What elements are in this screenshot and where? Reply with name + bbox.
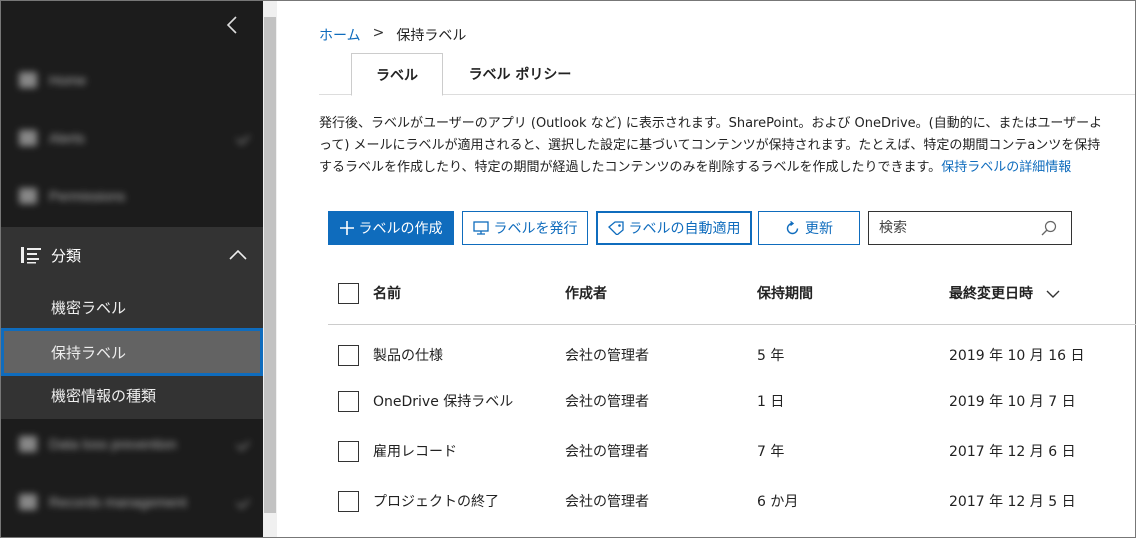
- sidebar-item-home[interactable]: Home: [19, 65, 249, 95]
- breadcrumb-separator: >: [372, 25, 385, 41]
- records-icon: [19, 494, 37, 510]
- cell-period: 6 か月: [757, 494, 799, 510]
- sidebar-section-classification: 分類 機密ラベル 保持ラベル 機密情報の種類: [1, 227, 263, 419]
- sidebar-item-label: 機密情報の種類: [51, 386, 157, 405]
- column-header-label: 名前: [373, 286, 401, 302]
- sidebar-item-label: Alerts: [49, 130, 85, 146]
- cell-period: 1 日: [757, 394, 785, 410]
- scrollbar-thumb[interactable]: [264, 17, 276, 513]
- button-label: ラベルを発行: [493, 221, 578, 237]
- table-row[interactable]: 製品の仕様 会社の管理者 5 年 2019 年 10 月 16 日: [328, 331, 1136, 379]
- refresh-icon: [786, 220, 799, 234]
- chevron-down-icon: [235, 130, 251, 146]
- cell-period: 7 年: [757, 444, 785, 460]
- main-content: ホーム > 保持ラベル ラベル ラベル ポリシー 発行後、ラベルがユーザーのアプ…: [279, 1, 1136, 537]
- button-label: ラベルの自動適用: [628, 221, 741, 237]
- cell-creator: 会社の管理者: [565, 444, 649, 460]
- search-input[interactable]: [879, 220, 1029, 236]
- page-description: 発行後、ラベルがユーザーのアプリ (Outlook など) に表示されます。Sh…: [319, 113, 1109, 179]
- search-box: [868, 211, 1072, 245]
- cell-modified: 2017 年 12 月 5 日: [949, 494, 1076, 510]
- column-header-creator[interactable]: 作成者: [565, 283, 607, 303]
- breadcrumb-current: 保持ラベル: [396, 28, 467, 44]
- chevron-up-icon: [229, 249, 247, 260]
- row-checkbox[interactable]: [338, 491, 359, 512]
- cell-name: プロジェクトの終了: [373, 494, 499, 510]
- sidebar-item-retention-labels[interactable]: 保持ラベル: [1, 328, 263, 376]
- sidebar-item-records-management[interactable]: Records management: [19, 487, 251, 517]
- collapse-nav-button[interactable]: [225, 15, 245, 39]
- cell-modified: 2017 年 12 月 6 日: [949, 444, 1076, 460]
- tab-label: ラベル ポリシー: [468, 67, 572, 83]
- column-header-name[interactable]: 名前: [373, 283, 401, 303]
- sidebar-section-label: 分類: [51, 246, 82, 265]
- tab-bar: ラベル ラベル ポリシー: [319, 53, 1135, 96]
- column-header-label: 作成者: [565, 286, 607, 302]
- cell-creator: 会社の管理者: [565, 494, 649, 510]
- refresh-button[interactable]: 更新: [758, 211, 860, 245]
- select-all-checkbox[interactable]: [338, 283, 359, 304]
- cell-modified: 2019 年 10 月 16 日: [949, 348, 1085, 364]
- sidebar-item-label: Permissions: [49, 188, 126, 204]
- table-row[interactable]: 雇用レコード 会社の管理者 7 年 2017 年 12 月 6 日: [328, 427, 1136, 475]
- create-label-button[interactable]: ラベルの作成: [328, 211, 454, 245]
- chevron-left-icon: [226, 16, 237, 34]
- publish-labels-button[interactable]: ラベルを発行: [462, 211, 588, 245]
- table-row[interactable]: プロジェクトの終了 会社の管理者 6 か月 2017 年 12 月 5 日: [328, 477, 1136, 525]
- sidebar-item-classification[interactable]: 分類: [1, 227, 263, 283]
- cell-name: 製品の仕様: [373, 348, 443, 364]
- sidebar-item-label: 機密ラベル: [51, 298, 127, 317]
- row-checkbox[interactable]: [338, 391, 359, 412]
- button-label: 更新: [805, 221, 833, 237]
- chevron-down-icon: [235, 494, 251, 510]
- table-row[interactable]: OneDrive 保持ラベル 会社の管理者 1 日 2019 年 10 月 7 …: [328, 377, 1136, 425]
- sidebar: Home Alerts Permissions 分類 機密ラベル 保持ラベル 機…: [1, 1, 263, 537]
- learn-more-link[interactable]: 保持ラベルの詳細情報: [941, 160, 1071, 175]
- sidebar-item-permissions[interactable]: Permissions: [19, 181, 249, 211]
- column-header-period[interactable]: 保持期間: [757, 283, 813, 303]
- chevron-down-icon: [235, 436, 251, 452]
- cell-name: OneDrive 保持ラベル: [373, 394, 514, 410]
- tab-label: ラベル: [376, 67, 418, 84]
- row-checkbox[interactable]: [338, 441, 359, 462]
- list-icon: [21, 247, 41, 264]
- sidebar-item-data-loss-prevention[interactable]: Data loss prevention: [19, 429, 251, 459]
- row-checkbox[interactable]: [338, 345, 359, 366]
- sidebar-item-alerts[interactable]: Alerts: [19, 123, 251, 153]
- sidebar-item-label: 保持ラベル: [51, 343, 127, 362]
- column-header-modified[interactable]: 最終変更日時: [949, 283, 1060, 303]
- tab-labels[interactable]: ラベル: [351, 53, 443, 96]
- sidebar-item-label: Data loss prevention: [49, 436, 177, 452]
- chevron-down-icon: [1046, 290, 1060, 298]
- publish-icon: [472, 221, 489, 235]
- sidebar-item-sensitivity-labels[interactable]: 機密ラベル: [1, 285, 263, 329]
- home-icon: [19, 72, 37, 88]
- cell-name: 雇用レコード: [373, 444, 457, 460]
- cell-modified: 2019 年 10 月 7 日: [949, 394, 1076, 410]
- cell-creator: 会社の管理者: [565, 348, 649, 364]
- cell-period: 5 年: [757, 348, 785, 364]
- table-header: 名前 作成者 保持期間 最終変更日時: [328, 265, 1136, 325]
- sidebar-item-label: Home: [49, 72, 87, 88]
- sidebar-item-sensitive-info-types[interactable]: 機密情報の種類: [1, 373, 263, 417]
- button-label: ラベルの作成: [358, 221, 443, 237]
- sidebar-item-label: Records management: [49, 494, 187, 510]
- column-header-label: 最終変更日時: [949, 286, 1033, 302]
- alert-icon: [19, 130, 37, 146]
- search-icon[interactable]: [1041, 220, 1057, 236]
- shield-icon: [19, 436, 37, 452]
- auto-apply-button[interactable]: ラベルの自動適用: [596, 211, 752, 245]
- key-icon: [19, 188, 37, 204]
- column-header-label: 保持期間: [757, 286, 813, 302]
- breadcrumb-home-link[interactable]: ホーム: [319, 25, 361, 45]
- breadcrumb: ホーム > 保持ラベル: [319, 25, 466, 45]
- plus-icon: [339, 221, 354, 235]
- cell-creator: 会社の管理者: [565, 394, 649, 410]
- tab-label-policies[interactable]: ラベル ポリシー: [463, 53, 577, 95]
- tag-icon: [607, 221, 624, 235]
- sidebar-scrollbar[interactable]: [263, 1, 277, 537]
